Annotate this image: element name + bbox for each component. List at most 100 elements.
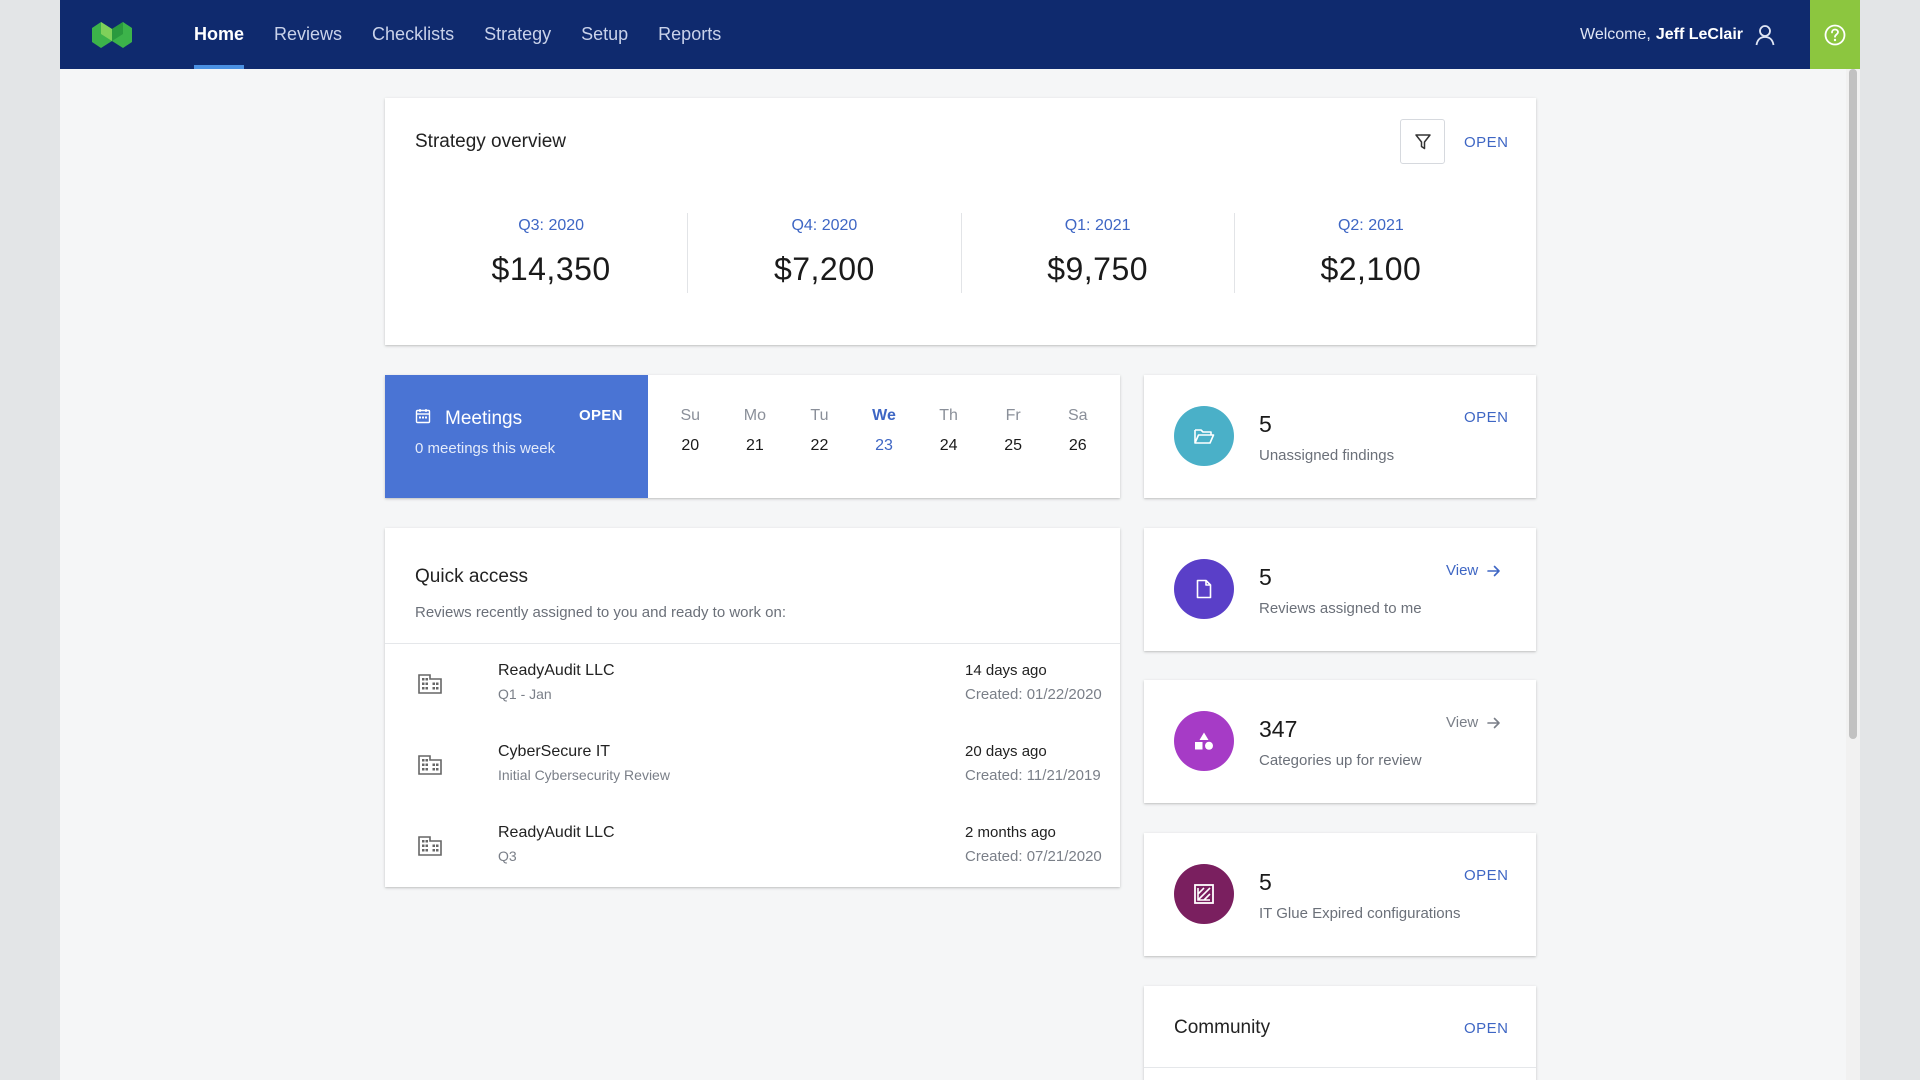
building-icon <box>418 755 442 775</box>
filter-icon <box>1414 133 1431 149</box>
item-created-date: Created: 11/21/2019 <box>965 767 1101 784</box>
calendar-day[interactable]: Fr 25 <box>981 375 1046 498</box>
day-name: Th <box>939 407 958 424</box>
quarter-item[interactable]: Q1: 2021 $9,750 <box>962 213 1235 293</box>
user-menu[interactable]: Welcome, Jeff LeClair <box>1580 0 1775 69</box>
stat-label: IT Glue Expired configurations <box>1259 905 1461 922</box>
unassigned-findings-open-link[interactable]: OPEN <box>1464 409 1509 426</box>
stat-count: 5 <box>1259 564 1272 590</box>
arrow-right-icon <box>1487 565 1501 576</box>
view-label: View <box>1446 714 1479 731</box>
stat-count: 347 <box>1259 716 1298 742</box>
day-name: Su <box>680 407 701 424</box>
it-glue-open-link[interactable]: OPEN <box>1464 867 1509 884</box>
day-date: 26 <box>1068 437 1087 454</box>
item-created-date: Created: 07/21/2020 <box>965 848 1102 865</box>
quarter-item[interactable]: Q3: 2020 $14,350 <box>415 213 689 293</box>
day-date: 21 <box>745 437 764 454</box>
day-date: 20 <box>681 437 700 454</box>
top-navigation-bar: Home Reviews Checklists Strategy Setup R… <box>60 0 1860 69</box>
day-name: We <box>872 407 896 424</box>
meetings-card: Meetings OPEN 0 meetings this week Su 20… <box>385 375 1120 498</box>
stat-count: 5 <box>1259 869 1272 895</box>
categories-view-link[interactable]: View <box>1446 714 1501 731</box>
view-label: View <box>1446 562 1479 579</box>
nav-strategy[interactable]: Strategy <box>469 0 566 69</box>
item-age: 2 months ago <box>965 824 1056 841</box>
community-card: Community OPEN <box>1144 986 1536 1080</box>
quick-access-list: ReadyAudit LLC Q1 - Jan 14 days ago Crea… <box>385 643 1120 887</box>
calendar-day[interactable]: Su 20 <box>658 375 723 498</box>
scrollbar-thumb[interactable] <box>1849 69 1857 739</box>
quarter-value: $2,100 <box>1320 251 1422 287</box>
building-icon <box>418 674 442 694</box>
item-subtitle: Q3 <box>498 848 517 864</box>
calendar-icon <box>415 409 431 424</box>
strategy-overview-card: Strategy overview OPEN Q3: 2020 $14,350 … <box>385 98 1536 345</box>
nav-reviews[interactable]: Reviews <box>259 0 357 69</box>
day-date: 23 <box>875 437 893 454</box>
meetings-panel: Meetings OPEN 0 meetings this week <box>385 375 648 498</box>
day-name: Fr <box>1005 407 1021 424</box>
user-name: Jeff LeClair <box>1655 25 1743 43</box>
user-icon[interactable] <box>1755 24 1775 46</box>
help-icon <box>1824 24 1846 45</box>
item-subtitle: Q1 - Jan <box>498 686 552 702</box>
quick-access-card: Quick access Reviews recently assigned t… <box>385 528 1120 887</box>
reviews-assigned-card: 5 Reviews assigned to me View <box>1144 528 1536 651</box>
document-icon <box>1174 559 1234 619</box>
list-item[interactable]: ReadyAudit LLC Q3 2 months ago Created: … <box>385 806 1120 887</box>
stat-label: Unassigned findings <box>1259 447 1395 464</box>
day-date: 25 <box>1004 437 1023 454</box>
quarter-value: $9,750 <box>1047 251 1149 287</box>
calendar-day-today[interactable]: We 23 <box>852 375 917 498</box>
nav-home[interactable]: Home <box>179 0 259 69</box>
nav-setup[interactable]: Setup <box>566 0 643 69</box>
quarter-item[interactable]: Q2: 2021 $2,100 <box>1235 213 1507 293</box>
quick-access-title: Quick access <box>415 566 528 587</box>
nav-reports[interactable]: Reports <box>643 0 736 69</box>
quarter-label: Q3: 2020 <box>518 217 585 234</box>
quarter-label: Q4: 2020 <box>791 217 858 234</box>
unassigned-findings-card: 5 Unassigned findings OPEN <box>1144 375 1536 498</box>
divider <box>1144 1067 1536 1068</box>
week-calendar: Su 20 Mo 21 Tu 22 We 23 Th 24 Fr 25 Sa 2… <box>648 375 1120 498</box>
item-name: ReadyAudit LLC <box>498 824 615 841</box>
item-name: ReadyAudit LLC <box>498 662 615 679</box>
item-age: 14 days ago <box>965 662 1047 679</box>
help-button[interactable] <box>1810 0 1860 69</box>
brand-logo-icon[interactable] <box>90 20 134 50</box>
stat-label: Reviews assigned to me <box>1259 600 1422 617</box>
stat-count: 5 <box>1259 411 1272 437</box>
filter-button[interactable] <box>1400 119 1445 164</box>
list-item[interactable]: CyberSecure IT Initial Cybersecurity Rev… <box>385 725 1120 806</box>
quarter-label: Q1: 2021 <box>1064 217 1131 234</box>
day-date: 22 <box>810 437 829 454</box>
meetings-open-link[interactable]: OPEN <box>579 407 623 424</box>
arrow-right-icon <box>1487 717 1501 728</box>
calendar-day[interactable]: Sa 26 <box>1045 375 1110 498</box>
page-scrollbar[interactable] <box>1846 69 1860 1080</box>
it-glue-icon <box>1174 864 1234 924</box>
it-glue-expired-card: 5 IT Glue Expired configurations OPEN <box>1144 833 1536 956</box>
meetings-subtitle: 0 meetings this week <box>415 440 556 457</box>
building-icon <box>418 836 442 856</box>
day-name: Mo <box>743 407 766 424</box>
folder-open-icon <box>1174 406 1234 466</box>
calendar-day[interactable]: Mo 21 <box>723 375 788 498</box>
item-created-date: Created: 01/22/2020 <box>965 686 1102 703</box>
quick-access-description: Reviews recently assigned to you and rea… <box>415 604 787 621</box>
reviews-view-link[interactable]: View <box>1446 562 1501 579</box>
calendar-day[interactable]: Tu 22 <box>787 375 852 498</box>
list-item[interactable]: ReadyAudit LLC Q1 - Jan 14 days ago Crea… <box>385 644 1120 725</box>
item-subtitle: Initial Cybersecurity Review <box>498 767 670 783</box>
categories-review-card: 347 Categories up for review View <box>1144 680 1536 803</box>
nav-checklists[interactable]: Checklists <box>357 0 469 69</box>
community-open-link[interactable]: OPEN <box>1464 1020 1509 1037</box>
day-name: Sa <box>1067 407 1088 424</box>
calendar-day[interactable]: Th 24 <box>916 375 981 498</box>
quarter-item[interactable]: Q4: 2020 $7,200 <box>688 213 962 293</box>
quarter-totals: Q3: 2020 $14,350 Q4: 2020 $7,200 Q1: 202… <box>415 213 1507 293</box>
strategy-open-link[interactable]: OPEN <box>1464 134 1509 151</box>
quarter-value: $14,350 <box>491 251 611 287</box>
